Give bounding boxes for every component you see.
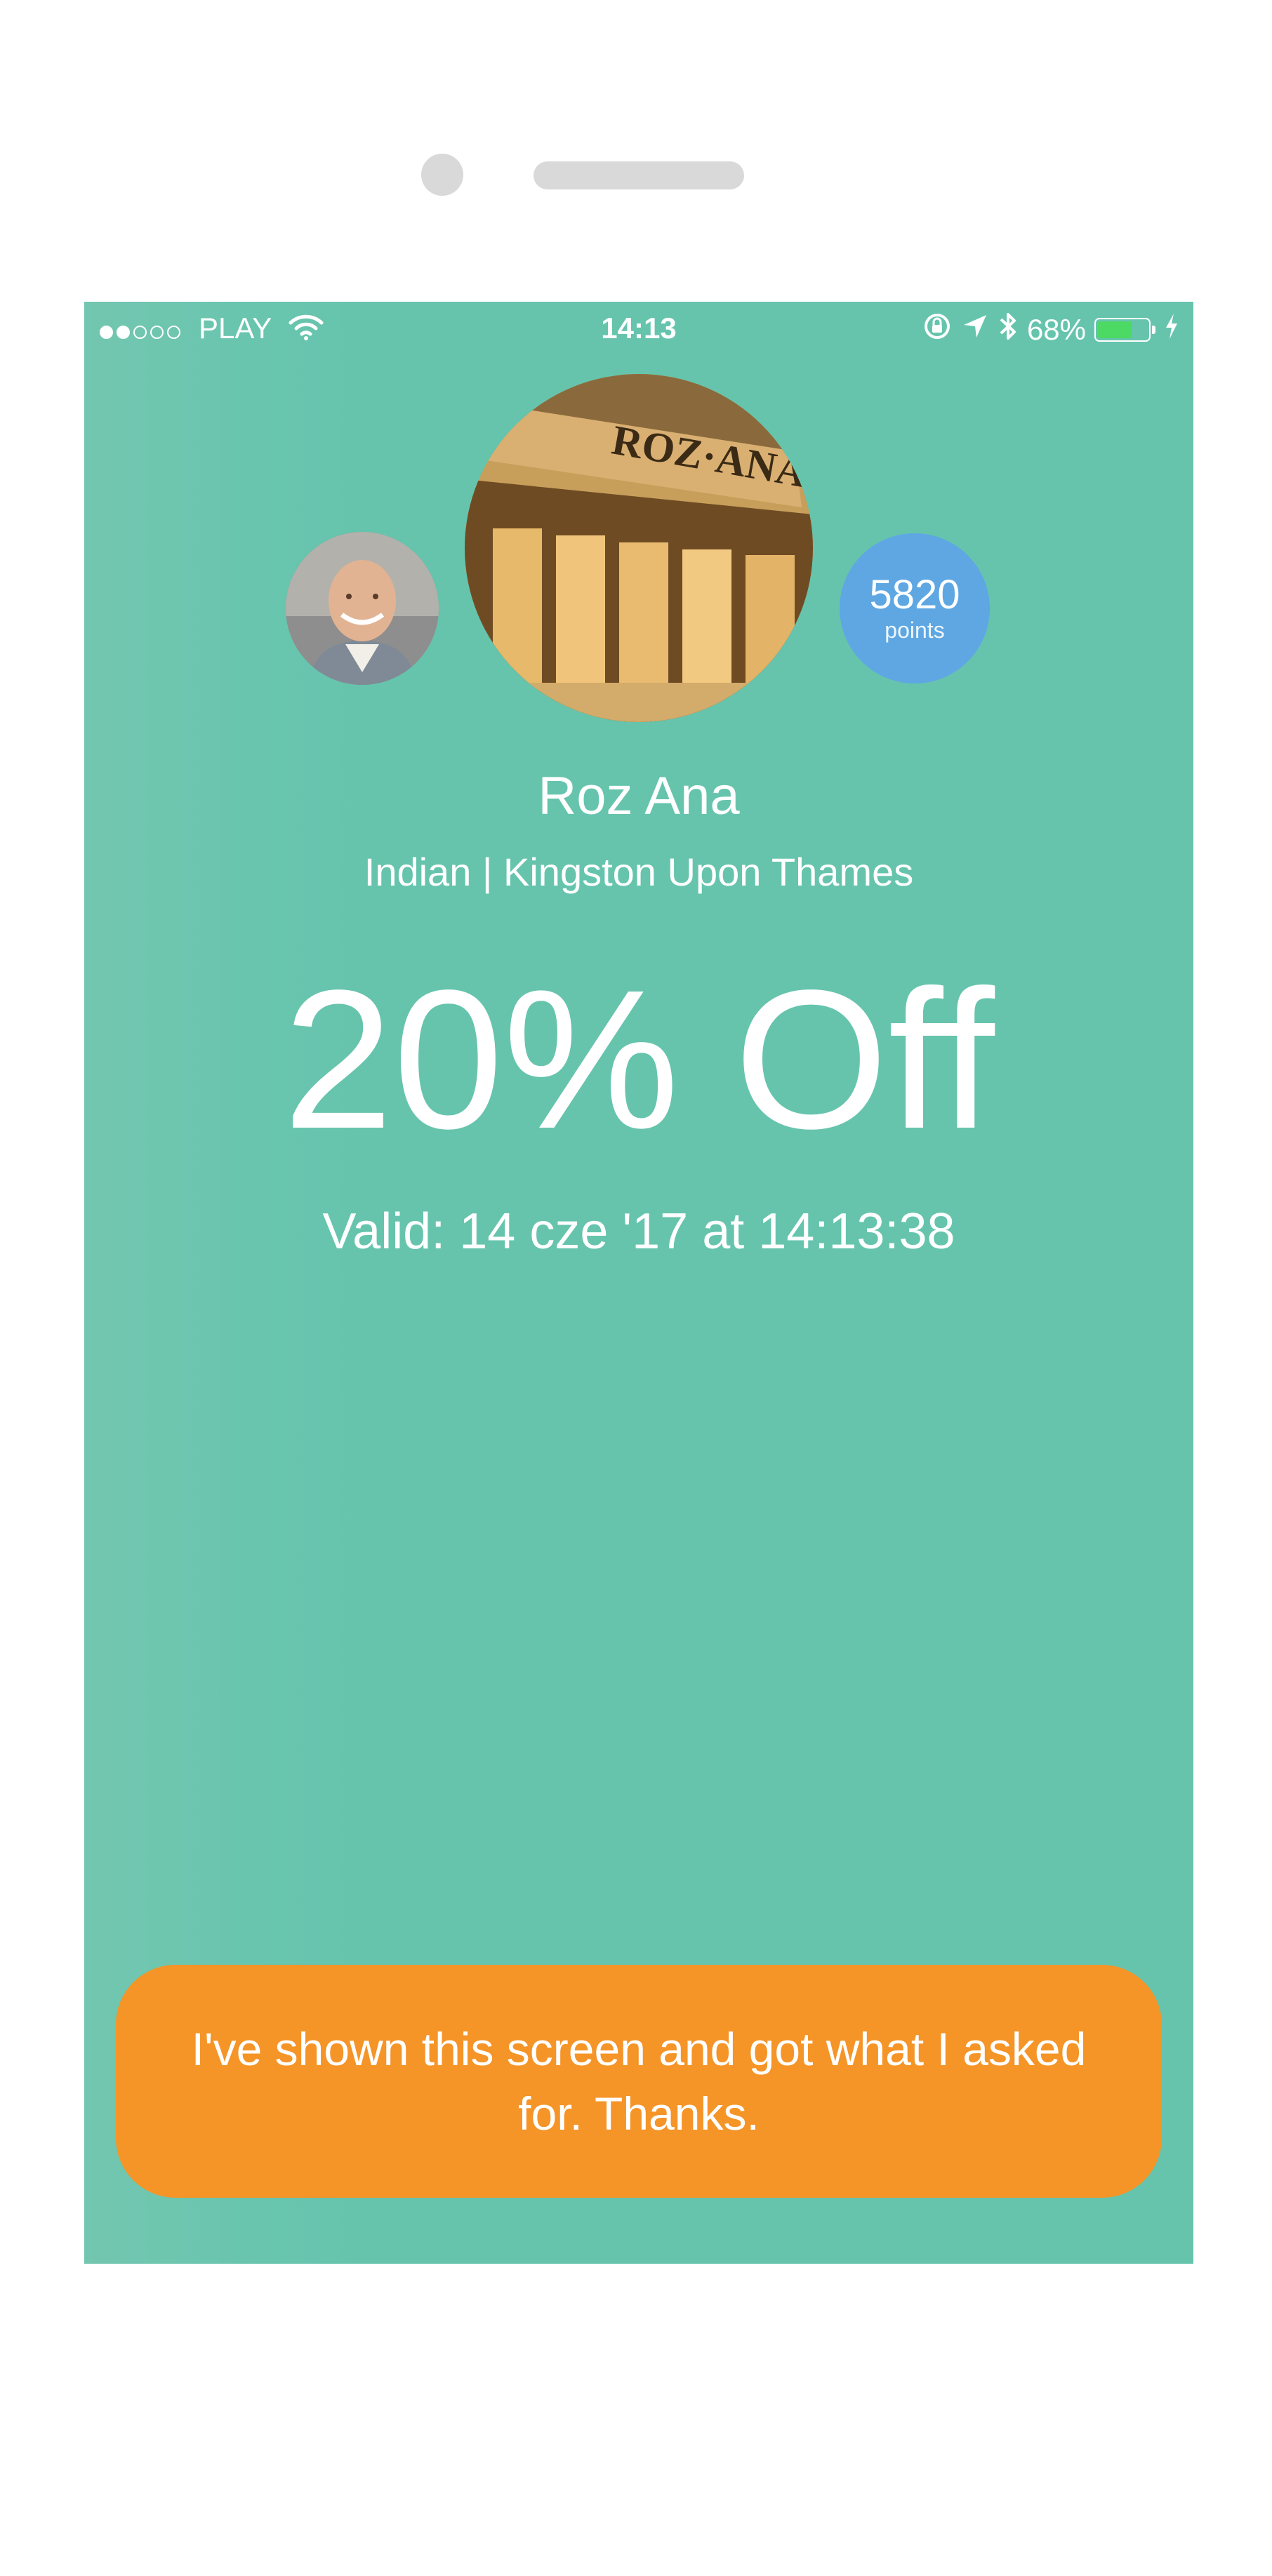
battery-percent: 68% (1026, 313, 1086, 346)
phone-camera (421, 154, 463, 196)
status-bar: PLAY 14:13 68% (84, 302, 1193, 358)
venue-info: Indian | Kingston Upon Thames (364, 850, 914, 894)
location-arrow-icon (961, 312, 989, 347)
phone-speaker (534, 161, 744, 189)
offer-title: 20% Off (283, 949, 995, 1170)
venue-name: Roz Ana (538, 766, 740, 826)
bluetooth-icon (998, 310, 1019, 349)
venue-photo[interactable]: ROZ·ANA (465, 374, 813, 722)
user-avatar[interactable] (286, 532, 439, 685)
battery-icon (1094, 318, 1151, 342)
orientation-lock-icon (922, 311, 953, 349)
offer-validity: Valid: 14 cze '17 at 14:13:38 (322, 1203, 955, 1260)
points-badge: 5820 points (840, 533, 990, 683)
app-screen: PLAY 14:13 68% ROZ·ANA 5820 points Roz A… (84, 302, 1193, 2264)
points-label: points (885, 618, 945, 643)
charging-bolt-icon (1164, 312, 1179, 347)
battery-tip (1152, 326, 1155, 334)
confirm-redeemed-label: I've shown this screen and got what I as… (191, 2023, 1087, 2140)
confirm-redeemed-button[interactable]: I've shown this screen and got what I as… (116, 1965, 1162, 2198)
status-indicators: 68% (922, 310, 1179, 349)
points-value: 5820 (869, 572, 960, 618)
